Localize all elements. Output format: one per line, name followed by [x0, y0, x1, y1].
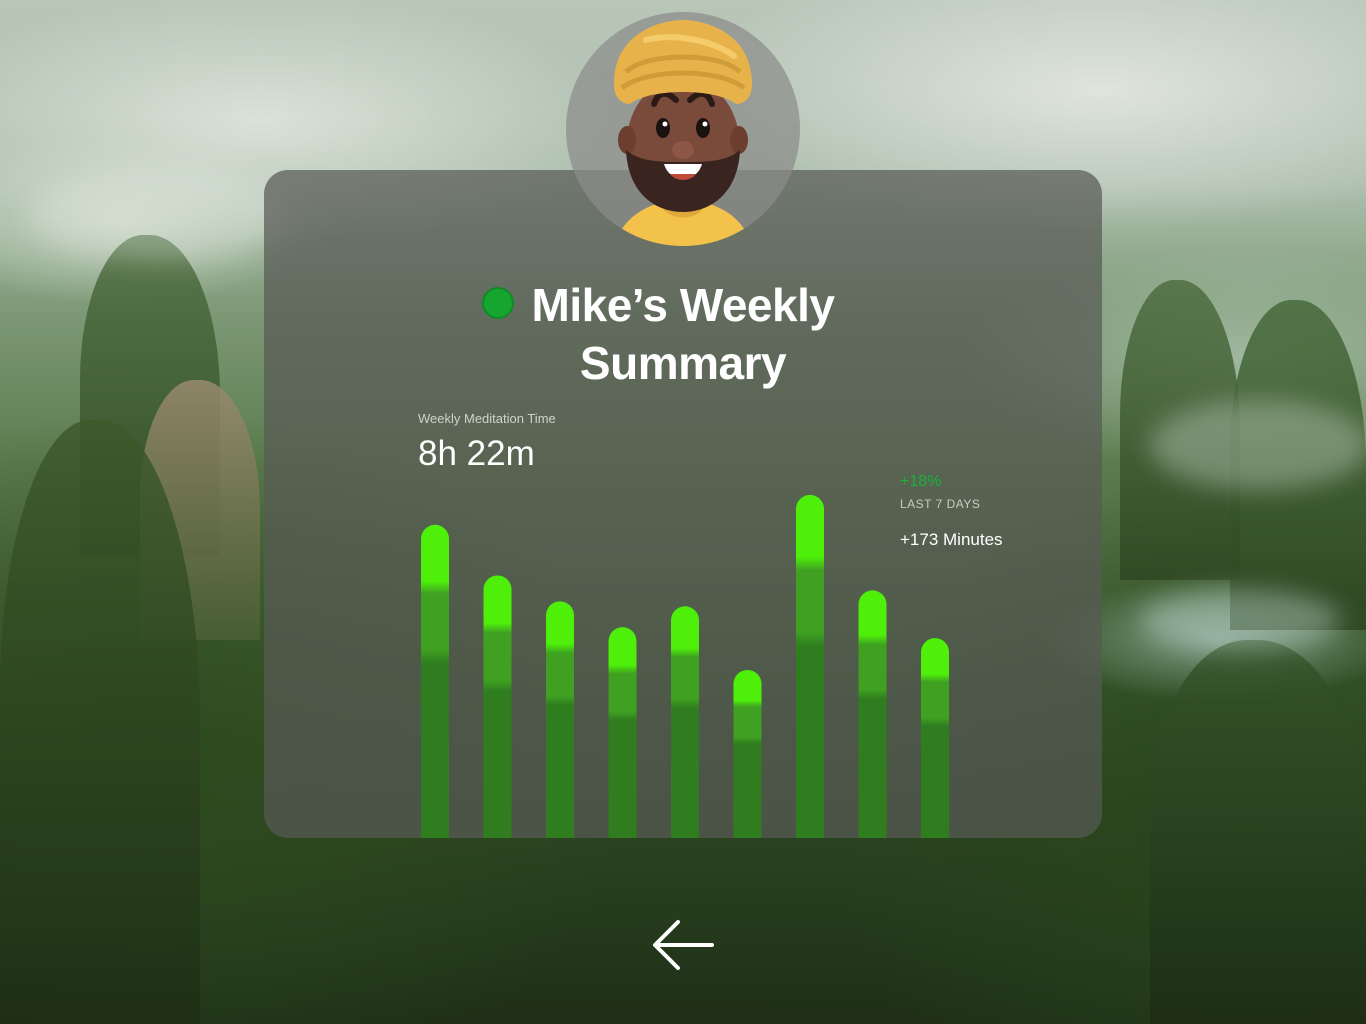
- weekly-bar-chart: [421, 494, 949, 838]
- fog: [30, 170, 290, 260]
- page-title: Mike’s Weekly Summary: [531, 279, 835, 389]
- back-button[interactable]: [648, 914, 718, 976]
- chart-bar-1: [421, 524, 449, 838]
- avatar-illustration: [614, 20, 752, 246]
- chart-bar-4: [608, 627, 637, 838]
- chart-bar-8: [858, 590, 887, 838]
- mountain-shape: [0, 420, 200, 1024]
- chart-bar-3: [546, 601, 574, 838]
- meditation-time-label: Weekly Meditation Time: [418, 411, 556, 426]
- chart-bar-7: [796, 494, 824, 838]
- fog: [1150, 400, 1366, 490]
- arrow-left-icon[interactable]: [648, 914, 718, 976]
- chart-bar-9: [921, 638, 949, 838]
- chart-bar-2: [483, 575, 512, 838]
- meditation-time-value: 8h 22m: [418, 434, 535, 473]
- change-period: LAST 7 DAYS: [900, 497, 981, 511]
- waterfall-mist: [1140, 590, 1340, 650]
- avatar: [566, 12, 800, 246]
- mountain-shape: [1150, 640, 1366, 1024]
- chart-bar-6: [733, 669, 762, 838]
- change-percent: +18%: [900, 473, 942, 490]
- chart-bar-5: [671, 606, 699, 838]
- change-minutes: +173 Minutes: [900, 530, 1003, 549]
